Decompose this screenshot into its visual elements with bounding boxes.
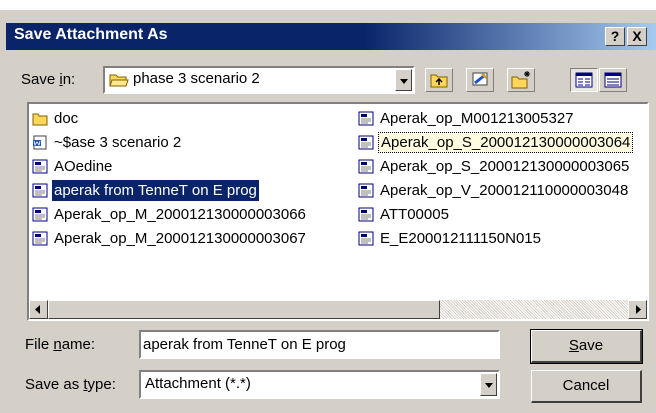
file-list-item-label: Aperak_op_S_200012130000003064 <box>378 132 634 153</box>
list-view-icon <box>575 72 593 88</box>
file-name-label: File name: <box>25 336 96 353</box>
close-button[interactable]: X <box>627 27 647 46</box>
new-folder-button[interactable] <box>507 68 535 92</box>
save-in-label: Save in: <box>21 71 76 88</box>
details-view-button[interactable] <box>599 68 627 92</box>
arrow-right-icon <box>636 305 641 314</box>
file-name-input[interactable]: aperak from TenneT on E prog <box>139 330 500 359</box>
scroll-right-button[interactable] <box>628 300 647 319</box>
message-icon <box>32 159 48 174</box>
title-bar[interactable]: Save Attachment As ? X <box>6 23 656 50</box>
save-in-value: phase 3 scenario 2 <box>133 70 260 87</box>
file-list-item-label: Aperak_op_S_200012130000003065 <box>380 158 630 175</box>
scroll-left-button[interactable] <box>29 300 48 319</box>
file-list-item-label: Aperak_op_M_200012130000003066 <box>54 206 306 223</box>
file-list-item-label: AOedine <box>54 158 113 175</box>
open-folder-icon <box>109 74 129 87</box>
save-as-type-dropdown-arrow[interactable] <box>480 373 497 396</box>
file-list[interactable]: doc ~$ase 3 scenario 2 AOedine aperak from … <box>27 102 649 321</box>
message-icon <box>358 207 374 222</box>
scroll-thumb[interactable] <box>48 300 440 319</box>
message-icon <box>358 159 374 174</box>
file-list-item-label: E_E200012111150N015 <box>380 230 541 247</box>
message-icon <box>32 231 48 246</box>
details-view-icon <box>604 72 622 88</box>
save-attachment-dialog: Save Attachment As ? X Save in: phase 3 … <box>0 10 656 413</box>
file-list-item-label: Aperak_op_V_200012110000003048 <box>380 182 629 199</box>
save-in-dropdown[interactable]: phase 3 scenario 2 <box>103 66 415 94</box>
list-view-button[interactable] <box>570 68 598 92</box>
desktop-icon <box>472 72 488 86</box>
arrow-left-icon <box>35 305 40 314</box>
cancel-button[interactable]: Cancel <box>531 370 642 403</box>
file-list-item-label: ~$ase 3 scenario 2 <box>54 134 182 151</box>
horizontal-scrollbar[interactable] <box>29 300 647 319</box>
dialog-title: Save Attachment As <box>14 26 168 43</box>
word-document-icon <box>33 135 47 150</box>
file-list-item-label: Aperak_op_M_200012130000003067 <box>54 230 306 247</box>
save-button[interactable]: Save <box>530 329 643 364</box>
help-button[interactable]: ? <box>605 27 625 46</box>
message-icon <box>358 111 374 126</box>
message-icon <box>358 183 374 198</box>
folder-icon <box>32 113 48 126</box>
file-list-item-label: aperak from TenneT on E prog <box>52 180 259 201</box>
message-icon <box>358 135 374 150</box>
save-as-type-value: Attachment (*.*) <box>145 375 251 392</box>
desktop-button[interactable] <box>466 68 494 92</box>
message-icon <box>32 183 48 198</box>
up-one-level-button[interactable] <box>425 68 453 92</box>
file-list-item-label: Aperak_op_M001213005327 <box>380 110 574 127</box>
save-in-dropdown-arrow[interactable] <box>395 69 412 91</box>
save-as-type-dropdown[interactable]: Attachment (*.*) <box>139 370 500 399</box>
file-list-item-label: ATT00005 <box>380 206 449 223</box>
file-list-item-label: doc <box>54 110 79 127</box>
message-icon <box>358 231 374 246</box>
save-as-type-label: Save as type: <box>25 376 116 393</box>
up-one-level-icon <box>430 74 448 88</box>
new-folder-icon <box>511 71 530 89</box>
message-icon <box>32 207 48 222</box>
